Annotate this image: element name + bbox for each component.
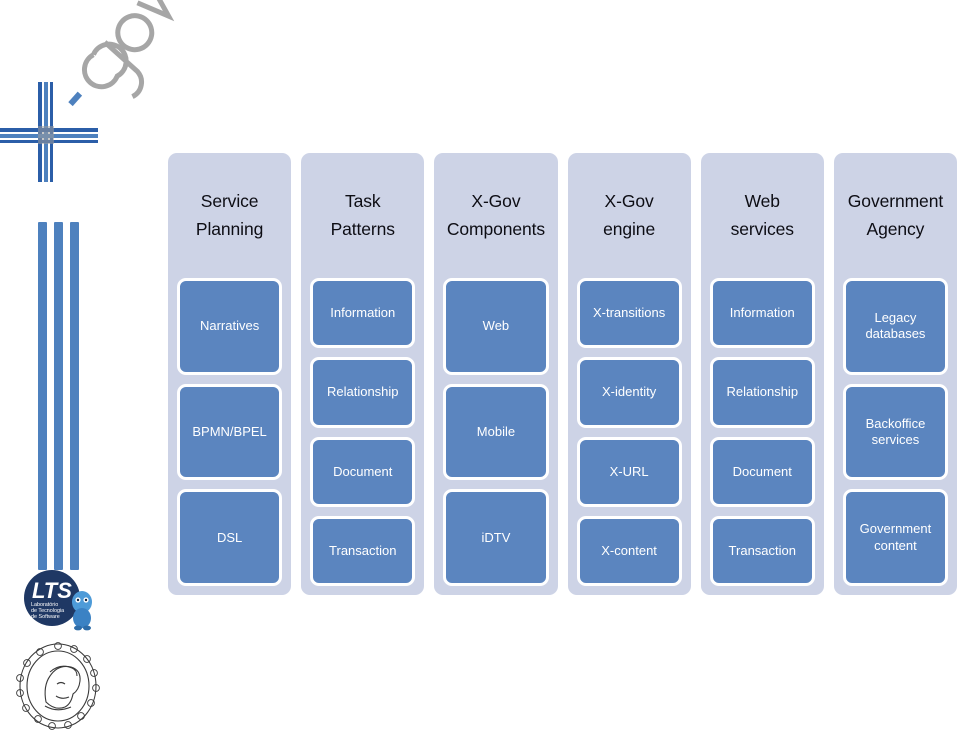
- column-boxes-task-patterns: Information Relationship Document Transa…: [310, 278, 416, 586]
- column-service-planning[interactable]: Service Planning Narratives BPMN/BPEL DS…: [168, 153, 292, 595]
- box-dsl[interactable]: DSL: [177, 489, 283, 587]
- blue-stripes-decoration: [38, 222, 86, 570]
- box-tp-information[interactable]: Information: [310, 278, 416, 349]
- column-boxes-web-services: Information Relationship Document Transa…: [709, 278, 815, 586]
- column-government-agency[interactable]: Government Agency Legacy databases Backo…: [833, 153, 958, 595]
- box-x-identity[interactable]: X-identity: [576, 357, 682, 428]
- box-bpmn-bpel[interactable]: BPMN/BPEL: [177, 383, 283, 481]
- stripe-2: [54, 222, 63, 570]
- box-x-transitions[interactable]: X-transitions: [576, 278, 682, 349]
- box-backoffice-services[interactable]: Backoffice services: [842, 383, 949, 481]
- lts-logo: LTS Laboratório de Tecnologia de Softwar…: [24, 570, 92, 631]
- column-header-xgov-engine: X-Gov engine: [603, 191, 656, 239]
- box-government-content[interactable]: Government content: [842, 489, 949, 587]
- box-ws-relationship[interactable]: Relationship: [709, 357, 815, 428]
- column-header-government-agency: Government Agency: [847, 191, 944, 239]
- column-xgov-engine[interactable]: X-Gov engine X-transitions X-identity X-…: [567, 153, 691, 595]
- university-crest-logo: [16, 642, 100, 730]
- box-narratives[interactable]: Narratives: [177, 278, 283, 375]
- stripe-3: [70, 222, 79, 570]
- box-ws-document[interactable]: Document: [709, 436, 815, 507]
- box-tp-relationship[interactable]: Relationship: [310, 357, 416, 428]
- svg-text:de Software: de Software: [31, 614, 60, 620]
- xgov-architecture-diagram: Service Planning Narratives BPMN/BPEL DS…: [168, 153, 958, 595]
- box-x-url[interactable]: X-URL: [576, 436, 682, 507]
- column-boxes-xgov-components: Web Mobile iDTV: [443, 278, 549, 587]
- left-branding-rail: LTS Laboratório de Tecnologia de Softwar…: [0, 0, 175, 732]
- column-header-task-patterns: Task Patterns: [330, 191, 395, 239]
- column-header-xgov-components: X-Gov Components: [446, 191, 546, 239]
- xgov-cross-logo: [0, 0, 175, 182]
- box-legacy-databases[interactable]: Legacy databases: [842, 278, 949, 375]
- column-boxes-xgov-engine: X-transitions X-identity X-URL X-content: [576, 278, 682, 586]
- column-boxes-government-agency: Legacy databases Backoffice services Gov…: [842, 278, 949, 587]
- box-tp-transaction[interactable]: Transaction: [310, 515, 416, 586]
- box-web[interactable]: Web: [443, 278, 549, 375]
- box-idtv[interactable]: iDTV: [443, 489, 549, 587]
- svg-text:LTS: LTS: [32, 578, 72, 603]
- column-web-services[interactable]: Web services Information Relationship Do…: [700, 153, 824, 595]
- box-ws-information[interactable]: Information: [709, 278, 815, 349]
- box-x-content[interactable]: X-content: [576, 515, 682, 586]
- column-header-web-services: Web services: [730, 191, 794, 239]
- column-boxes-service-planning: Narratives BPMN/BPEL DSL: [177, 278, 283, 587]
- box-ws-transaction[interactable]: Transaction: [709, 515, 815, 586]
- column-header-service-planning: Service Planning: [195, 191, 264, 239]
- column-xgov-components[interactable]: X-Gov Components Web Mobile iDTV: [434, 153, 558, 595]
- stripe-1: [38, 222, 47, 570]
- column-task-patterns[interactable]: Task Patterns Information Relationship D…: [301, 153, 425, 595]
- box-mobile[interactable]: Mobile: [443, 383, 549, 481]
- box-tp-document[interactable]: Document: [310, 436, 416, 507]
